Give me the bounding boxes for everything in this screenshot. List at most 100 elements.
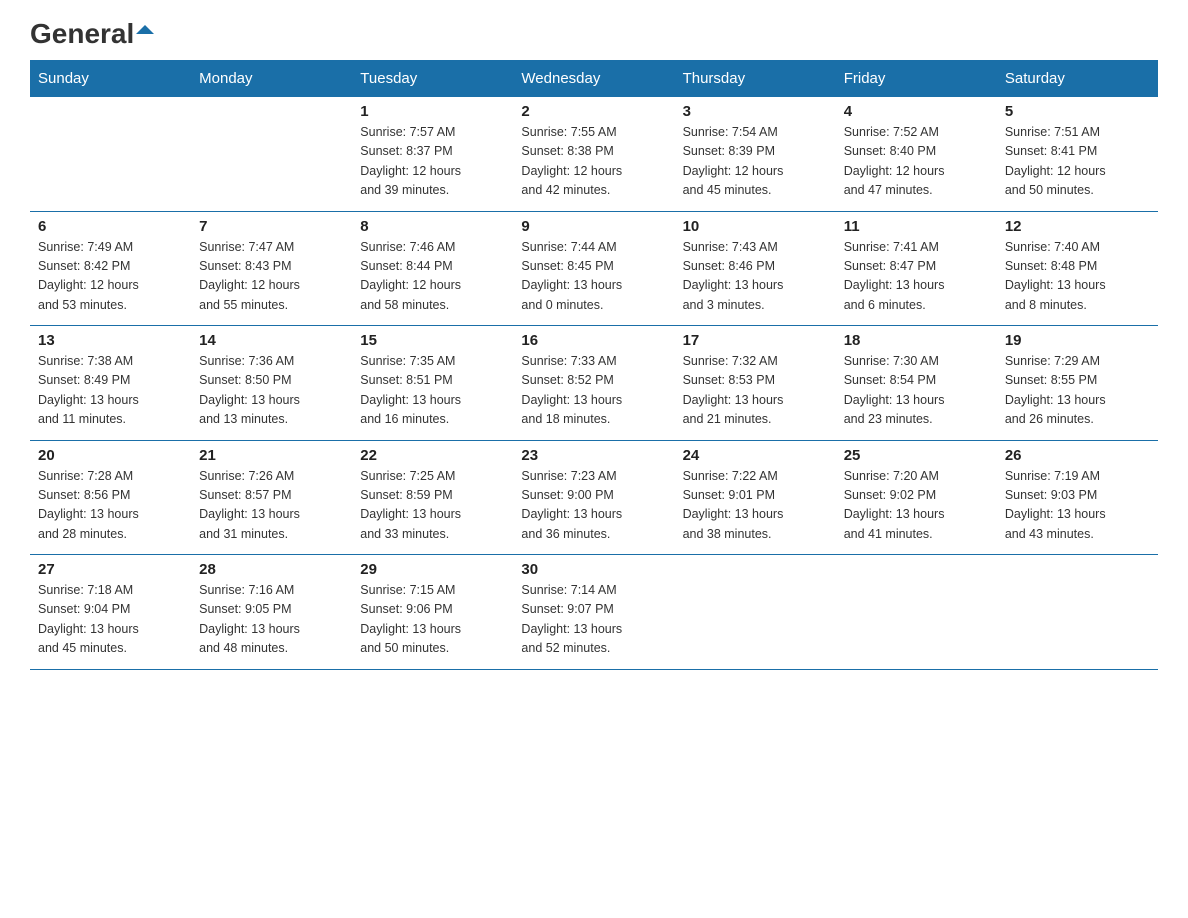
calendar-cell — [191, 97, 352, 211]
day-info: Sunrise: 7:14 AM Sunset: 9:07 PM Dayligh… — [521, 581, 666, 659]
day-number: 1 — [360, 103, 505, 120]
day-info: Sunrise: 7:23 AM Sunset: 9:00 PM Dayligh… — [521, 467, 666, 545]
day-number: 16 — [521, 332, 666, 349]
day-info: Sunrise: 7:16 AM Sunset: 9:05 PM Dayligh… — [199, 581, 344, 659]
day-number: 7 — [199, 218, 344, 235]
day-number: 28 — [199, 561, 344, 578]
day-number: 22 — [360, 447, 505, 464]
logo: General — [30, 20, 154, 50]
calendar-cell: 1 Sunrise: 7:57 AM Sunset: 8:37 PM Daylig… — [352, 97, 513, 211]
calendar-cell: 24 Sunrise: 7:22 AM Sunset: 9:01 PM Dayli… — [675, 440, 836, 555]
day-number: 3 — [683, 103, 828, 120]
calendar-week-row: 13 Sunrise: 7:38 AM Sunset: 8:49 PM Dayli… — [30, 326, 1158, 441]
calendar-cell: 8Sunrise: 7:46 AM Sunset: 8:44 PM Daylig… — [352, 211, 513, 326]
day-number: 14 — [199, 332, 344, 349]
calendar-cell — [675, 555, 836, 670]
day-number: 18 — [844, 332, 989, 349]
calendar-cell: 19 Sunrise: 7:29 AM Sunset: 8:55 PM Dayli… — [997, 326, 1158, 441]
day-info: Sunrise: 7:47 AM Sunset: 8:43 PM Dayligh… — [199, 238, 344, 316]
weekday-header-monday: Monday — [191, 60, 352, 97]
day-number: 29 — [360, 561, 505, 578]
calendar-cell: 30 Sunrise: 7:14 AM Sunset: 9:07 PM Dayli… — [513, 555, 674, 670]
day-info: Sunrise: 7:51 AM Sunset: 8:41 PM Dayligh… — [1005, 123, 1150, 201]
calendar-cell: 22 Sunrise: 7:25 AM Sunset: 8:59 PM Dayli… — [352, 440, 513, 555]
calendar-table: SundayMondayTuesdayWednesdayThursdayFrid… — [30, 60, 1158, 670]
day-info: Sunrise: 7:38 AM Sunset: 8:49 PM Dayligh… — [38, 352, 183, 430]
day-info: Sunrise: 7:52 AM Sunset: 8:40 PM Dayligh… — [844, 123, 989, 201]
day-info: Sunrise: 7:29 AM Sunset: 8:55 PM Dayligh… — [1005, 352, 1150, 430]
day-number: 5 — [1005, 103, 1150, 120]
calendar-cell: 10 Sunrise: 7:43 AM Sunset: 8:46 PM Dayli… — [675, 211, 836, 326]
day-info: Sunrise: 7:54 AM Sunset: 8:39 PM Dayligh… — [683, 123, 828, 201]
day-info: Sunrise: 7:25 AM Sunset: 8:59 PM Dayligh… — [360, 467, 505, 545]
day-info: Sunrise: 7:26 AM Sunset: 8:57 PM Dayligh… — [199, 467, 344, 545]
day-number: 24 — [683, 447, 828, 464]
weekday-header-sunday: Sunday — [30, 60, 191, 97]
day-number: 10 — [683, 218, 828, 235]
day-info: Sunrise: 7:28 AM Sunset: 8:56 PM Dayligh… — [38, 467, 183, 545]
calendar-week-row: 27 Sunrise: 7:18 AM Sunset: 9:04 PM Dayli… — [30, 555, 1158, 670]
calendar-cell — [836, 555, 997, 670]
day-info: Sunrise: 7:43 AM Sunset: 8:46 PM Dayligh… — [683, 238, 828, 316]
calendar-cell: 3 Sunrise: 7:54 AM Sunset: 8:39 PM Daylig… — [675, 97, 836, 211]
page-header: General — [30, 20, 1158, 50]
calendar-cell: 20 Sunrise: 7:28 AM Sunset: 8:56 PM Dayli… — [30, 440, 191, 555]
day-number: 6 — [38, 218, 183, 235]
day-info: Sunrise: 7:55 AM Sunset: 8:38 PM Dayligh… — [521, 123, 666, 201]
day-number: 23 — [521, 447, 666, 464]
day-info: Sunrise: 7:46 AM Sunset: 8:44 PM Dayligh… — [360, 238, 505, 316]
calendar-cell: 12Sunrise: 7:40 AM Sunset: 8:48 PM Dayli… — [997, 211, 1158, 326]
day-number: 30 — [521, 561, 666, 578]
calendar-header-row: SundayMondayTuesdayWednesdayThursdayFrid… — [30, 60, 1158, 97]
weekday-header-wednesday: Wednesday — [513, 60, 674, 97]
calendar-cell: 13 Sunrise: 7:38 AM Sunset: 8:49 PM Dayli… — [30, 326, 191, 441]
day-info: Sunrise: 7:15 AM Sunset: 9:06 PM Dayligh… — [360, 581, 505, 659]
calendar-cell — [997, 555, 1158, 670]
calendar-cell: 26Sunrise: 7:19 AM Sunset: 9:03 PM Dayli… — [997, 440, 1158, 555]
day-number: 19 — [1005, 332, 1150, 349]
day-info: Sunrise: 7:41 AM Sunset: 8:47 PM Dayligh… — [844, 238, 989, 316]
day-number: 27 — [38, 561, 183, 578]
calendar-cell: 23 Sunrise: 7:23 AM Sunset: 9:00 PM Dayli… — [513, 440, 674, 555]
day-info: Sunrise: 7:57 AM Sunset: 8:37 PM Dayligh… — [360, 123, 505, 201]
weekday-header-friday: Friday — [836, 60, 997, 97]
calendar-cell: 27 Sunrise: 7:18 AM Sunset: 9:04 PM Dayli… — [30, 555, 191, 670]
day-info: Sunrise: 7:22 AM Sunset: 9:01 PM Dayligh… — [683, 467, 828, 545]
day-info: Sunrise: 7:19 AM Sunset: 9:03 PM Dayligh… — [1005, 467, 1150, 545]
day-number: 9 — [521, 218, 666, 235]
day-info: Sunrise: 7:30 AM Sunset: 8:54 PM Dayligh… — [844, 352, 989, 430]
calendar-cell: 9 Sunrise: 7:44 AM Sunset: 8:45 PM Daylig… — [513, 211, 674, 326]
calendar-week-row: 20 Sunrise: 7:28 AM Sunset: 8:56 PM Dayli… — [30, 440, 1158, 555]
day-number: 11 — [844, 218, 989, 235]
day-info: Sunrise: 7:36 AM Sunset: 8:50 PM Dayligh… — [199, 352, 344, 430]
day-number: 12 — [1005, 218, 1150, 235]
day-info: Sunrise: 7:20 AM Sunset: 9:02 PM Dayligh… — [844, 467, 989, 545]
calendar-cell: 7 Sunrise: 7:47 AM Sunset: 8:43 PM Daylig… — [191, 211, 352, 326]
calendar-cell: 5 Sunrise: 7:51 AM Sunset: 8:41 PM Daylig… — [997, 97, 1158, 211]
day-number: 15 — [360, 332, 505, 349]
day-number: 2 — [521, 103, 666, 120]
logo-general: General — [30, 20, 134, 48]
day-info: Sunrise: 7:33 AM Sunset: 8:52 PM Dayligh… — [521, 352, 666, 430]
calendar-cell: 28 Sunrise: 7:16 AM Sunset: 9:05 PM Dayli… — [191, 555, 352, 670]
weekday-header-saturday: Saturday — [997, 60, 1158, 97]
calendar-cell: 16 Sunrise: 7:33 AM Sunset: 8:52 PM Dayli… — [513, 326, 674, 441]
day-info: Sunrise: 7:35 AM Sunset: 8:51 PM Dayligh… — [360, 352, 505, 430]
day-info: Sunrise: 7:44 AM Sunset: 8:45 PM Dayligh… — [521, 238, 666, 316]
calendar-week-row: 6 Sunrise: 7:49 AM Sunset: 8:42 PM Daylig… — [30, 211, 1158, 326]
day-number: 25 — [844, 447, 989, 464]
day-number: 17 — [683, 332, 828, 349]
calendar-cell: 25 Sunrise: 7:20 AM Sunset: 9:02 PM Dayli… — [836, 440, 997, 555]
calendar-cell: 18 Sunrise: 7:30 AM Sunset: 8:54 PM Dayli… — [836, 326, 997, 441]
day-info: Sunrise: 7:32 AM Sunset: 8:53 PM Dayligh… — [683, 352, 828, 430]
calendar-cell: 21 Sunrise: 7:26 AM Sunset: 8:57 PM Dayli… — [191, 440, 352, 555]
day-info: Sunrise: 7:18 AM Sunset: 9:04 PM Dayligh… — [38, 581, 183, 659]
day-number: 4 — [844, 103, 989, 120]
day-number: 13 — [38, 332, 183, 349]
day-number: 21 — [199, 447, 344, 464]
day-info: Sunrise: 7:49 AM Sunset: 8:42 PM Dayligh… — [38, 238, 183, 316]
day-number: 20 — [38, 447, 183, 464]
calendar-cell: 14 Sunrise: 7:36 AM Sunset: 8:50 PM Dayli… — [191, 326, 352, 441]
calendar-cell: 17 Sunrise: 7:32 AM Sunset: 8:53 PM Dayli… — [675, 326, 836, 441]
calendar-cell: 2 Sunrise: 7:55 AM Sunset: 8:38 PM Daylig… — [513, 97, 674, 211]
